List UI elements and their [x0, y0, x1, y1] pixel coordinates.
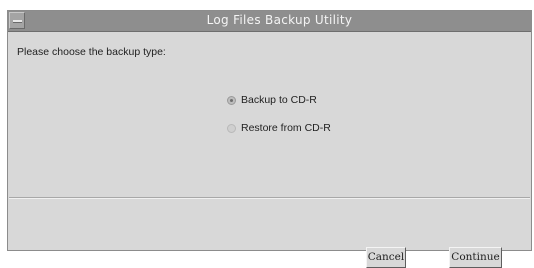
button-area-separator	[9, 197, 530, 199]
cancel-button[interactable]: Cancel	[366, 247, 406, 268]
backup-type-prompt: Please choose the backup type:	[17, 46, 166, 58]
radio-unselected-icon[interactable]	[227, 123, 236, 133]
backup-utility-window: Log Files Backup Utility Please choose t…	[7, 10, 532, 251]
radio-selected-icon[interactable]	[227, 95, 236, 105]
radio-option-backup[interactable]: Backup to CD-R	[227, 93, 317, 107]
window-title: Log Files Backup Utility	[206, 13, 353, 27]
radio-label-backup[interactable]: Backup to CD-R	[241, 94, 317, 106]
title-bar[interactable]: Log Files Backup Utility	[8, 11, 531, 32]
radio-option-restore[interactable]: Restore from CD-R	[227, 121, 331, 135]
window-menu-button[interactable]	[9, 12, 25, 29]
window-menu-icon	[13, 20, 22, 23]
continue-button[interactable]: Continue	[449, 247, 502, 268]
radio-label-restore[interactable]: Restore from CD-R	[241, 122, 331, 134]
